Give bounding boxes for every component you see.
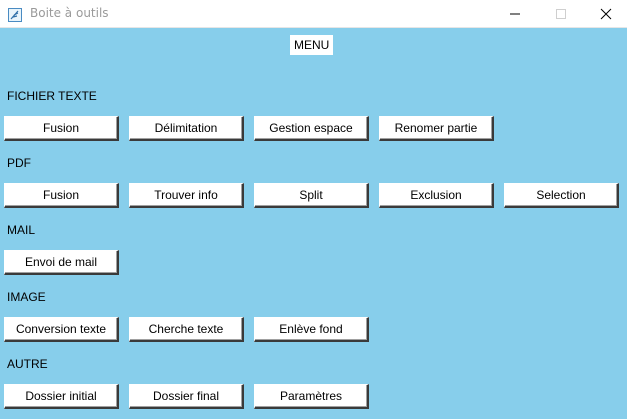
renomer-partie-button[interactable]: Renomer partie [379,116,494,141]
main-panel: MENU FICHIER TEXTE Fusion Délimitation G… [0,28,627,419]
section-label-pdf: PDF [7,156,31,170]
maximize-icon [555,5,567,24]
feather-icon [8,7,22,22]
fichier-texte-fusion-button[interactable]: Fusion [4,116,119,141]
section-label-autre: AUTRE [7,357,48,371]
window-title: Boite à outils [30,6,109,20]
section-label-fichier-texte: FICHIER TEXTE [7,89,97,103]
selection-button[interactable]: Selection [504,183,619,208]
parametres-button[interactable]: Paramètres [254,384,369,409]
title-bar[interactable]: Boite à outils [0,0,627,28]
conversion-texte-button[interactable]: Conversion texte [4,317,119,342]
menu-label: MENU [290,35,334,55]
delimitation-button[interactable]: Délimitation [129,116,244,141]
dossier-final-button[interactable]: Dossier final [129,384,244,409]
minimize-icon [509,5,521,24]
pdf-fusion-button[interactable]: Fusion [4,183,119,208]
gestion-espace-button[interactable]: Gestion espace [254,116,369,141]
cherche-texte-button[interactable]: Cherche texte [129,317,244,342]
enleve-fond-button[interactable]: Enlève fond [254,317,369,342]
trouver-info-button[interactable]: Trouver info [129,183,244,208]
exclusion-button[interactable]: Exclusion [379,183,494,208]
split-button[interactable]: Split [254,183,369,208]
app-window: Boite à outils MENU FICHIER TEXTE Fusion… [0,0,627,419]
maximize-button[interactable] [538,0,584,28]
envoi-de-mail-button[interactable]: Envoi de mail [4,250,119,275]
section-label-image: IMAGE [7,290,46,304]
close-button[interactable] [583,0,627,28]
dossier-initial-button[interactable]: Dossier initial [4,384,119,409]
section-label-mail: MAIL [7,223,36,237]
close-icon [600,5,612,24]
minimize-button[interactable] [492,0,538,28]
